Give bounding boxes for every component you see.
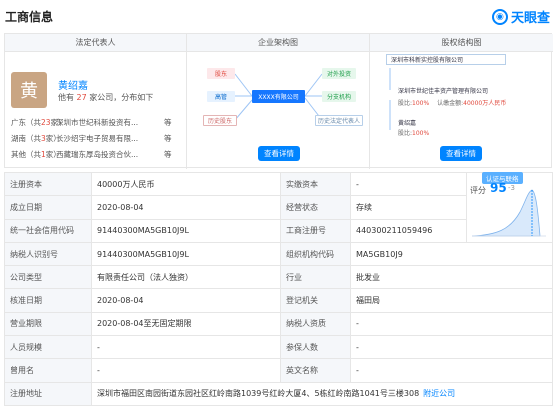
row-value: -	[91, 335, 281, 360]
score-widget[interactable]: 认证与联络 评分 95 -3	[466, 172, 552, 242]
legal-rep-summary: 他有 27 家公司，分布如下	[58, 93, 154, 102]
row-label: 注册地址	[4, 381, 92, 406]
tab-legal-rep[interactable]: 法定代表人	[5, 34, 186, 52]
row-value: 有限责任公司（法人独资）	[91, 265, 281, 290]
view-structure-button[interactable]: 查看详情	[258, 146, 300, 161]
row-value: 存续	[350, 195, 467, 220]
table-row: 营业期限 2020-08-04至无固定期限 纳税人资质 -	[4, 311, 553, 337]
address-value: 深圳市福田区南园街道东园社区红岭南路1039号红岭大厦4、5栋红岭南路1041号…	[97, 389, 420, 399]
node-shareholder: 股东	[207, 68, 235, 79]
row-label: 人员规模	[4, 335, 92, 360]
row-label: 核准日期	[4, 288, 92, 313]
brand-logo[interactable]: ◉ 天眼查	[491, 7, 550, 26]
row-value: 2020-08-04	[91, 195, 281, 220]
eye-logo-icon: ◉	[491, 8, 508, 25]
brand-name: 天眼查	[510, 11, 550, 26]
section-title: 工商信息	[5, 10, 54, 24]
row-value: 91440300MA5GB10J9L	[91, 218, 281, 243]
region-row[interactable]: 广东（共23家） 深圳市世纪科新投资有... 等	[11, 117, 172, 128]
structure-panel: 企业架构图 股东 高管 历史股东 XXXX有限公司 对外投资 分支机构 历史法定…	[187, 34, 370, 169]
legal-rep-panel: 法定代表人 黄 黄绍嘉 他有 27 家公司，分布如下 广东（共23家） 深圳市世…	[5, 34, 187, 169]
node-history-shareholder: 历史股东	[203, 115, 237, 126]
node-branches: 分支机构	[322, 91, 356, 102]
structure-diagram[interactable]: 股东 高管 历史股东 XXXX有限公司 对外投资 分支机构 历史法定代表人	[187, 52, 370, 142]
address-cell: 深圳市福田区南园街道东园社区红岭南路1039号红岭大厦4、5栋红岭南路1041号…	[91, 381, 553, 406]
row-label: 工商注册号	[280, 218, 351, 243]
row-label: 公司类型	[4, 265, 92, 290]
row-label: 纳税人资质	[280, 311, 351, 337]
equity-l2-detail: 股比:100% 认缴金额:40000万人民币	[398, 100, 507, 107]
row-label: 参保人数	[280, 335, 351, 360]
row-value: -	[91, 358, 281, 383]
avatar: 黄	[11, 72, 47, 108]
row-value: -	[350, 171, 467, 197]
row-value: 福田局	[350, 288, 553, 313]
row-label: 实缴资本	[280, 171, 351, 197]
row-label: 登记机关	[280, 288, 351, 313]
row-label: 成立日期	[4, 195, 92, 220]
row-label: 经营状态	[280, 195, 351, 220]
equity-l3-detail: 股比:100%	[398, 130, 430, 137]
row-label: 英文名称	[280, 358, 351, 383]
row-value: -	[350, 335, 553, 360]
row-value: -	[350, 358, 553, 383]
row-value: 2020-08-04至无固定期限	[91, 311, 281, 337]
row-value: 批发业	[350, 265, 553, 290]
table-row: 公司类型 有限责任公司（法人独资） 行业 批发业	[4, 265, 553, 290]
table-row: 纳税人识别号 91440300MA5GB10J9L 组织机构代码 MA5GB10J9	[4, 241, 553, 267]
region-row[interactable]: 其他（共1家） 西藏瑞东厚岛投资合伙... 等	[11, 149, 172, 160]
legal-rep-name[interactable]: 黄绍嘉	[58, 77, 88, 92]
row-value: 440300211059496	[350, 218, 467, 243]
node-investment: 对外投资	[322, 68, 356, 79]
row-value: 2020-08-04	[91, 288, 281, 313]
table-row: 注册地址 深圳市福田区南园街道东园社区红岭南路1039号红岭大厦4、5栋红岭南路1…	[4, 381, 553, 406]
row-value: 91440300MA5GB10J9L	[91, 241, 281, 267]
row-value: -	[350, 311, 553, 337]
equity-panel: 股权结构图 深圳市科新实控股有限公司 深圳市世纪佳丰资产管理有限公司 股比:10…	[370, 34, 553, 169]
table-row: 人员规模 - 参保人数 -	[4, 335, 553, 360]
node-executives: 高管	[207, 91, 235, 102]
row-label: 统一社会信用代码	[4, 218, 92, 243]
view-equity-button[interactable]: 查看详情	[440, 146, 482, 161]
node-center-company: XXXX有限公司	[252, 90, 305, 103]
equity-l3-node: 黄绍嘉	[398, 120, 417, 127]
row-value: MA5GB10J9	[350, 241, 553, 267]
tab-structure[interactable]: 企业架构图	[187, 34, 369, 52]
row-value: 40000万人民币	[91, 171, 281, 197]
table-row: 核准日期 2020-08-04 登记机关 福田局	[4, 288, 553, 313]
nearby-companies-link[interactable]: 附近公司	[423, 389, 455, 398]
tab-equity[interactable]: 股权结构图	[370, 34, 553, 52]
row-label: 营业期限	[4, 311, 92, 337]
row-label: 组织机构代码	[280, 241, 351, 267]
equity-top-node: 深圳市科新实控股有限公司	[386, 54, 506, 65]
summary-panels: 法定代表人 黄 黄绍嘉 他有 27 家公司，分布如下 广东（共23家） 深圳市世…	[4, 33, 553, 169]
node-history-legal-rep: 历史法定代表人	[315, 115, 363, 126]
region-row[interactable]: 湖南（共3家） 长沙绍宇电子贸易有限... 等	[11, 133, 172, 144]
row-label: 曾用名	[4, 358, 92, 383]
score-distribution-chart	[471, 189, 546, 237]
row-label: 纳税人识别号	[4, 241, 92, 267]
equity-l2-node: 深圳市世纪佳丰资产管理有限公司	[398, 88, 489, 95]
equity-diagram[interactable]: 深圳市科新实控股有限公司 深圳市世纪佳丰资产管理有限公司 股比:100% 认缴金…	[370, 52, 553, 144]
row-label: 行业	[280, 265, 351, 290]
table-row: 曾用名 - 英文名称 -	[4, 358, 553, 383]
row-label: 注册资本	[4, 171, 92, 197]
